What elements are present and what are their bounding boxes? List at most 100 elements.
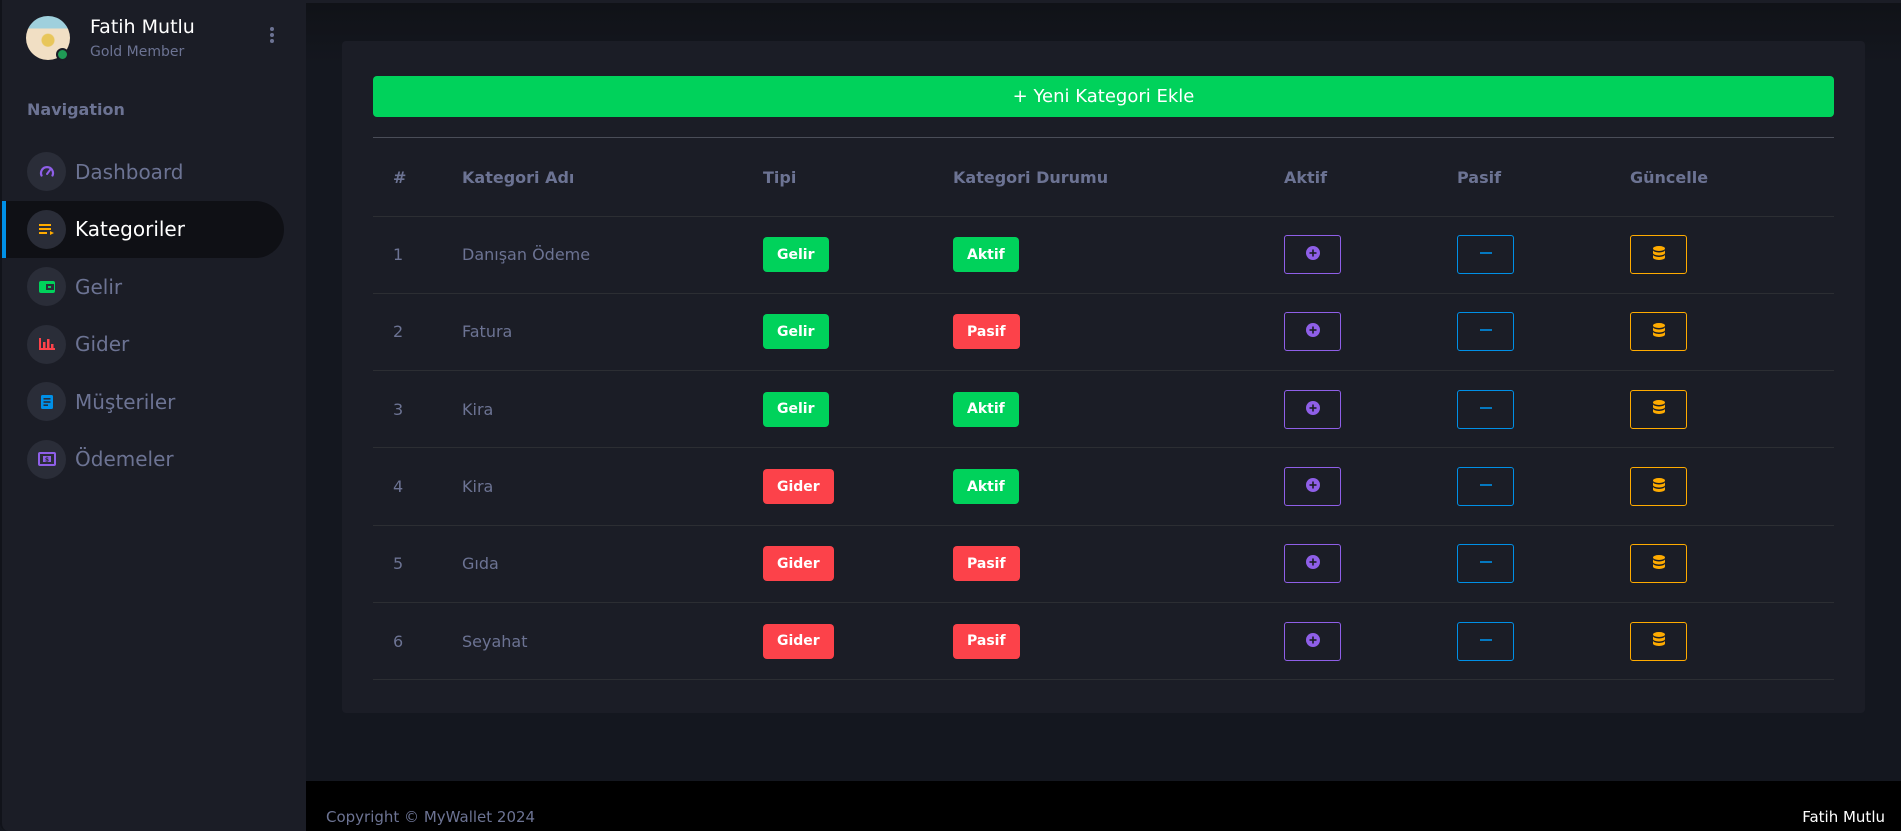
deactivate-button[interactable] [1457,621,1514,661]
status-badge: Aktif [953,469,1019,505]
update-button[interactable] [1630,235,1687,275]
database-icon [1651,477,1667,497]
type-badge: Gelir [763,314,829,350]
add-category-button[interactable]: + Yeni Kategori Ekle [373,76,1834,117]
row-number: 2 [373,293,462,372]
svg-text:$: $ [44,457,48,464]
categories-table: # Kategori Adı Tipi Kategori Durumu Akti… [373,139,1834,681]
minus-icon [1479,633,1493,650]
column-header-deactivate: Pasif [1457,139,1630,217]
table-row: 5 Gıda Gider Pasif [373,525,1834,603]
deactivate-button[interactable] [1457,467,1514,507]
table-header-row: # Kategori Adı Tipi Kategori Durumu Akti… [373,139,1834,217]
document-icon [27,382,66,422]
category-name: Kira [462,447,763,526]
minus-icon [1479,478,1493,495]
categories-card: + Yeni Kategori Ekle # Kategori Adı Tipi… [342,41,1865,713]
sidebar-item-kategoriler[interactable]: Kategoriler [2,200,284,258]
plus-circle-icon [1305,632,1321,651]
cash-icon: $ [27,439,66,479]
activate-button[interactable] [1284,389,1341,429]
profile-role: Gold Member [90,44,185,60]
deactivate-button[interactable] [1457,235,1514,275]
update-button[interactable] [1630,467,1687,507]
update-button[interactable] [1630,389,1687,429]
sidebar-item-label: Gelir [75,274,123,299]
speedometer-icon [27,152,66,192]
plus-circle-icon [1305,554,1321,573]
plus-circle-icon [1305,400,1321,419]
status-badge: Pasif [953,546,1020,582]
activate-button[interactable] [1284,544,1341,584]
type-badge: Gider [763,623,834,659]
database-icon [1651,322,1667,342]
minus-icon [1479,401,1493,418]
table-row: 1 Danışan Ödeme Gelir Aktif [373,216,1834,294]
plus-circle-icon [1305,322,1321,341]
category-name: Gıda [462,525,763,603]
profile-name: Fatih Mutlu [90,16,195,38]
sidebar-item-label: Ödemeler [75,447,174,472]
sidebar-item-label: Dashboard [75,159,184,184]
type-badge: Gider [763,546,834,582]
status-badge: Aktif [953,237,1019,273]
database-icon [1651,245,1667,265]
activate-button[interactable] [1284,312,1341,352]
sidebar-item-label: Gider [75,332,130,357]
row-number: 5 [373,525,462,603]
row-number: 3 [373,370,462,449]
more-options-icon[interactable] [268,26,276,46]
playlist-play-icon [27,209,66,249]
sidebar-item-gider[interactable]: Gider [2,316,284,374]
wallet-icon [27,267,66,307]
sidebar-nav: Dashboard Kategoriler Gelir Gider Müşteriler… [2,143,308,488]
online-status-icon [56,48,69,61]
type-badge: Gelir [763,391,829,427]
deactivate-button[interactable] [1457,389,1514,429]
activate-button[interactable] [1284,467,1341,507]
database-icon [1651,631,1667,651]
deactivate-button[interactable] [1457,544,1514,584]
main-content: + Yeni Kategori Ekle # Kategori Adı Tipi… [306,3,1901,781]
column-header-status: Kategori Durumu [953,139,1284,217]
category-name: Kira [462,370,763,449]
column-header-name: Kategori Adı [462,139,763,217]
activate-button[interactable] [1284,621,1341,661]
copyright-text: Copyright © MyWallet 2024 [326,808,536,826]
sidebar: Fatih Mutlu Gold Member Navigation Dashb… [0,0,306,831]
minus-icon [1479,555,1493,572]
minus-icon [1479,323,1493,340]
row-number: 6 [373,602,462,681]
chart-bar-icon [27,324,66,364]
deactivate-button[interactable] [1457,312,1514,352]
sidebar-item-label: Müşteriler [75,389,176,414]
update-button[interactable] [1630,544,1687,584]
type-badge: Gelir [763,237,829,273]
sidebar-item-musteriler[interactable]: Müşteriler [2,373,284,431]
update-button[interactable] [1630,312,1687,352]
update-button[interactable] [1630,621,1687,661]
sidebar-item-label: Kategoriler [75,217,185,242]
category-name: Danışan Ödeme [462,216,763,294]
column-header-activate: Aktif [1284,139,1457,217]
column-header-update: Güncelle [1630,139,1834,217]
status-badge: Aktif [953,391,1019,427]
category-name: Seyahat [462,602,763,681]
sidebar-item-dashboard[interactable]: Dashboard [2,143,284,201]
table-row: 3 Kira Gelir Aktif [373,370,1834,449]
category-name: Fatura [462,293,763,372]
footer: Copyright © MyWallet 2024 Fatih Mutlu [306,781,1901,831]
plus-circle-icon [1305,477,1321,496]
table-row: 4 Kira Gider Aktif [373,447,1834,526]
activate-button[interactable] [1284,235,1341,275]
sidebar-item-gelir[interactable]: Gelir [2,258,284,316]
status-badge: Pasif [953,314,1020,350]
row-number: 1 [373,216,462,294]
table-row: 6 Seyahat Gider Pasif [373,602,1834,681]
row-number: 4 [373,447,462,526]
divider [373,137,1834,138]
sidebar-item-odemeler[interactable]: $ Ödemeler [2,431,284,489]
type-badge: Gider [763,469,834,505]
nav-title: Navigation [27,100,125,119]
profile: Fatih Mutlu Gold Member [26,16,296,62]
